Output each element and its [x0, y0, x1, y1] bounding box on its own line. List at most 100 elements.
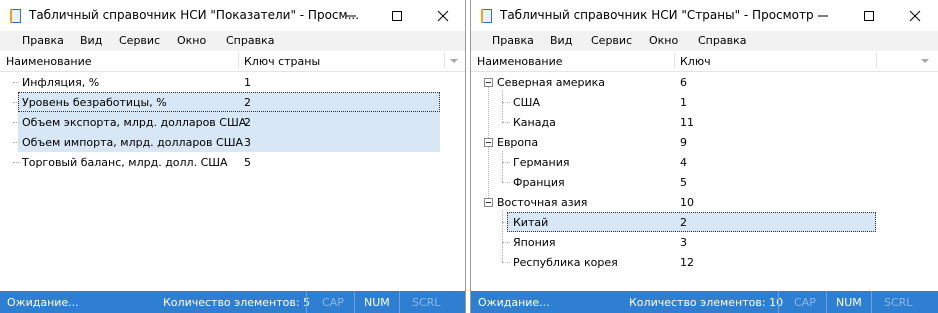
table-row[interactable]: Торговый баланс, млрд. долл. США 5 [0, 152, 465, 172]
row-name: Республика корея [513, 256, 618, 269]
minimize-button[interactable] [328, 0, 374, 31]
tree-group-row[interactable]: Северная америка 6 [471, 72, 938, 92]
status-bar: Ожидание... Количество элементов: 10 CAP… [471, 291, 938, 313]
status-text: Ожидание... [478, 296, 550, 309]
row-key: 3 [680, 236, 687, 249]
menu-window[interactable]: Окно [649, 34, 678, 47]
status-separator [354, 291, 355, 313]
menu-window[interactable]: Окно [177, 34, 206, 47]
status-separator [306, 291, 307, 313]
tree-child-row[interactable]: Республика корея 12 [471, 252, 938, 272]
tree-child-row[interactable]: Франция 5 [471, 172, 938, 192]
menu-view[interactable]: Вид [550, 34, 572, 47]
row-name: Объем импорта, млрд. долларов США [22, 136, 243, 149]
status-bar: Ожидание... Количество элементов: 5 CAP … [0, 291, 465, 313]
close-button[interactable] [420, 0, 465, 31]
menu-view[interactable]: Вид [80, 34, 102, 47]
menu-service[interactable]: Сервис [119, 34, 160, 47]
row-name: Китай [513, 216, 549, 229]
scrl-indicator: SCRL [884, 296, 913, 309]
row-name: Северная америка [497, 76, 606, 89]
tree-child-row[interactable]: Германия 4 [471, 152, 938, 172]
tree-group-row[interactable]: Европа 9 [471, 132, 938, 152]
row-key: 1 [244, 76, 251, 89]
table-row[interactable]: Объем экспорта, млрд. долларов США 2 [0, 112, 465, 132]
status-separator [871, 291, 872, 313]
app-book-icon [481, 9, 492, 23]
menu-bar: Правка Вид Сервис Окно Справка [0, 31, 465, 51]
row-key: 5 [244, 156, 251, 169]
countries-tree-table[interactable]: Наименование Ключ Северная америка 6 США… [471, 51, 938, 291]
table-row[interactable]: Инфляция, % 1 [0, 72, 465, 92]
table-row[interactable]: Объем импорта, млрд. долларов США 3 [0, 132, 465, 152]
row-key: 12 [680, 256, 694, 269]
menu-service[interactable]: Сервис [591, 34, 632, 47]
num-indicator: NUM [836, 296, 862, 309]
row-name: Восточная азия [497, 196, 588, 209]
column-header-name[interactable]: Наименование [6, 55, 91, 68]
minimize-icon [346, 15, 356, 17]
title-bar[interactable]: Табличный справочник НСИ "Показатели" - … [0, 0, 465, 31]
cap-indicator: CAP [794, 296, 816, 309]
menu-bar: Правка Вид Сервис Окно Справка [471, 31, 938, 51]
column-separator[interactable] [444, 53, 445, 69]
row-key: 6 [680, 76, 687, 89]
element-count: Количество элементов: 10 [629, 296, 784, 309]
tree-group-row[interactable]: Восточная азия 10 [471, 192, 938, 212]
column-header-key[interactable]: Ключ [680, 55, 711, 68]
maximize-icon [392, 11, 402, 21]
tree-child-row[interactable]: Япония 3 [471, 232, 938, 252]
row-key: 2 [244, 116, 251, 129]
window-title: Табличный справочник НСИ "Страны" - Прос… [500, 8, 814, 22]
tree-child-row[interactable]: США 1 [471, 92, 938, 112]
minimize-button[interactable] [800, 0, 846, 31]
column-header-key[interactable]: Ключ страны [244, 55, 320, 68]
row-name: Объем экспорта, млрд. долларов США [22, 116, 247, 129]
tree-child-row[interactable]: Китай 2 [471, 212, 938, 232]
tree-child-row[interactable]: Канада 11 [471, 112, 938, 132]
status-separator [778, 291, 779, 313]
table-row[interactable]: Уровень безработицы, % 2 [0, 92, 465, 112]
status-text: Ожидание... [7, 296, 79, 309]
menu-edit[interactable]: Правка [492, 34, 534, 47]
column-separator[interactable] [238, 53, 239, 69]
column-separator[interactable] [674, 53, 675, 69]
row-key: 1 [680, 96, 687, 109]
cap-indicator: CAP [322, 296, 344, 309]
row-name: США [513, 96, 540, 109]
element-count: Количество элементов: 5 [163, 296, 311, 309]
menu-edit[interactable]: Правка [22, 34, 64, 47]
num-indicator: NUM [364, 296, 390, 309]
menu-help[interactable]: Справка [226, 34, 274, 47]
column-header-name[interactable]: Наименование [477, 55, 562, 68]
row-key: 2 [244, 96, 251, 109]
window-title: Табличный справочник НСИ "Показатели" - … [29, 8, 360, 22]
column-separator[interactable] [876, 53, 877, 69]
scrl-indicator: SCRL [412, 296, 441, 309]
menu-help[interactable]: Справка [698, 34, 746, 47]
chevron-down-icon[interactable] [921, 59, 929, 64]
row-name: Европа [497, 136, 539, 149]
row-key: 3 [244, 136, 251, 149]
row-key: 4 [680, 156, 687, 169]
row-key: 5 [680, 176, 687, 189]
chevron-down-icon[interactable] [450, 59, 458, 64]
indicators-window: Табличный справочник НСИ "Показатели" - … [0, 0, 466, 313]
row-name: Уровень безработицы, % [22, 96, 167, 109]
indicators-table[interactable]: Наименование Ключ страны Инфляция, % 1 У… [0, 51, 465, 291]
close-button[interactable] [892, 0, 938, 31]
row-key: 9 [680, 136, 687, 149]
status-separator [399, 291, 400, 313]
table-header: Наименование Ключ [471, 51, 938, 72]
row-name: Торговый баланс, млрд. долл. США [22, 156, 228, 169]
row-name: Франция [513, 176, 565, 189]
title-bar[interactable]: Табличный справочник НСИ "Страны" - Прос… [471, 0, 938, 31]
row-key: 2 [680, 216, 687, 229]
row-key: 10 [680, 196, 694, 209]
maximize-button[interactable] [846, 0, 892, 31]
app-book-icon [10, 9, 21, 23]
close-icon [437, 10, 449, 22]
row-name: Германия [513, 156, 570, 169]
maximize-button[interactable] [374, 0, 420, 31]
table-header: Наименование Ключ страны [0, 51, 465, 72]
